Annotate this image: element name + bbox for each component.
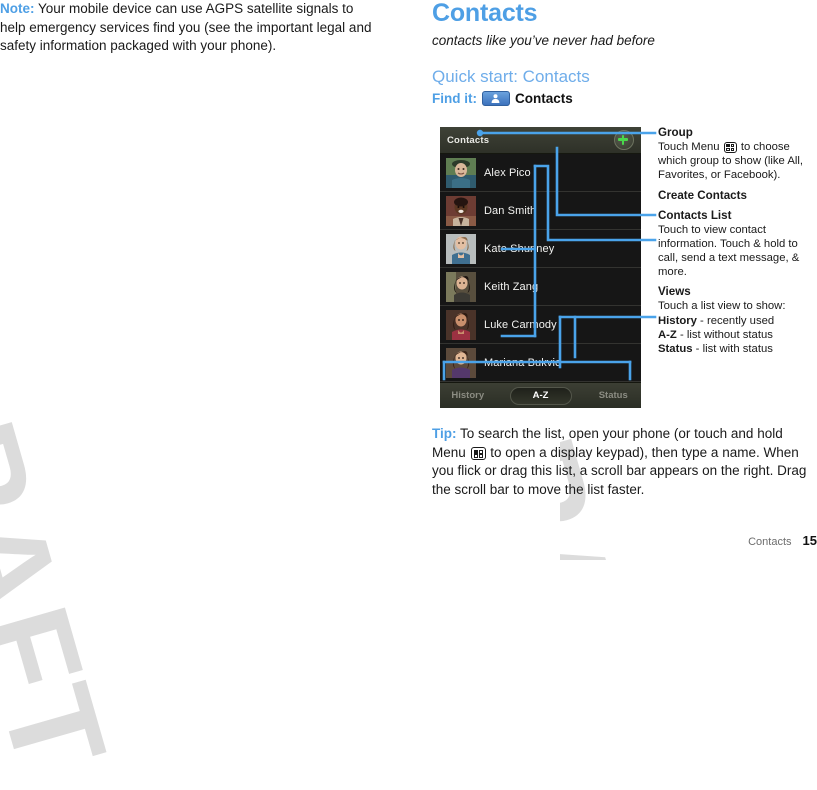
contact-name: Luke Carmody bbox=[484, 318, 557, 331]
callout-create-contacts-title: Create Contacts bbox=[658, 188, 747, 202]
phone-title-bar: Contacts bbox=[440, 127, 641, 154]
contact-name: Alex Pico bbox=[484, 166, 531, 179]
list-item[interactable]: Keith Zang bbox=[440, 268, 641, 306]
callout-views: Views Touch a list view to show: History… bbox=[658, 284, 817, 356]
callout-group-title: Group bbox=[658, 126, 693, 139]
callout-views-item-term: History bbox=[658, 314, 697, 327]
left-column: Note: Your mobile device can use AGPS sa… bbox=[0, 0, 375, 56]
callout-views-item-desc: - list without status bbox=[676, 328, 773, 341]
list-item[interactable]: Alex Pico bbox=[440, 154, 641, 192]
page-title: Contacts bbox=[432, 0, 538, 27]
avatar bbox=[446, 233, 476, 264]
list-item[interactable]: Dan Smith bbox=[440, 192, 641, 230]
note-paragraph: Note: Your mobile device can use AGPS sa… bbox=[0, 0, 375, 56]
list-item[interactable]: Kate Shunney bbox=[440, 230, 641, 268]
menu-key-icon bbox=[470, 446, 486, 460]
phone-tab-bar: History A-Z Status bbox=[440, 382, 641, 408]
callout-views-intro: Touch a list view to show: bbox=[658, 300, 786, 313]
callout-views-item-desc: - list with status bbox=[692, 343, 773, 356]
avatar bbox=[446, 309, 476, 340]
tab-az[interactable]: A-Z bbox=[509, 386, 572, 405]
tip-text-part2: to open a display keypad), then type a n… bbox=[432, 444, 807, 497]
page-subtitle: contacts like you’ve never had before bbox=[432, 33, 655, 48]
quick-start-figure: Contacts Alex Pico Dan Smith Kate Shunne… bbox=[432, 124, 817, 409]
add-contact-plus-icon[interactable] bbox=[614, 130, 634, 150]
callout-group-text: Touch Menu to choose which group to show… bbox=[658, 140, 817, 183]
callout-views-item-term: A-Z bbox=[658, 328, 677, 341]
tab-status[interactable]: Status bbox=[586, 387, 642, 405]
avatar bbox=[446, 157, 476, 188]
phone-screenshot: Contacts Alex Pico Dan Smith Kate Shunne… bbox=[440, 127, 641, 408]
callout-contacts-list-title: Contacts List bbox=[658, 208, 732, 222]
callout-create-contacts: Create Contacts bbox=[658, 188, 817, 203]
callout-views-item: A-Z - list without status bbox=[658, 328, 817, 342]
contacts-list[interactable]: Alex Pico Dan Smith Kate Shunney Keith Z… bbox=[440, 154, 641, 382]
callout-views-item-desc: - recently used bbox=[696, 314, 775, 327]
contact-name: Dan Smith bbox=[484, 204, 537, 217]
footer-page-number: 15 bbox=[802, 533, 817, 548]
draft-watermark-left: DRAFT bbox=[0, 60, 420, 790]
callout-views-item: Status - list with status bbox=[658, 342, 817, 356]
callout-views-item: History - recently used bbox=[658, 314, 817, 328]
avatar bbox=[446, 347, 476, 378]
avatar bbox=[446, 271, 476, 302]
callout-views-item-term: Status bbox=[658, 343, 693, 356]
list-item[interactable]: Mariana Bukvic bbox=[440, 344, 641, 382]
find-it-label: Find it: bbox=[432, 91, 477, 106]
note-text: Your mobile device can use AGPS satellit… bbox=[0, 1, 372, 53]
draft-watermark-text: DRAFT bbox=[0, 313, 134, 790]
find-it-app-name: Contacts bbox=[514, 91, 573, 106]
callout-annotations: Group Touch Menu to choose which group t… bbox=[658, 124, 817, 356]
contact-name: Kate Shunney bbox=[484, 242, 555, 255]
avatar bbox=[446, 195, 476, 226]
section-heading: Quick start: Contacts bbox=[432, 67, 590, 86]
list-item[interactable]: Luke Carmody bbox=[440, 306, 641, 344]
callout-contacts-list-text: Touch to view contact information. Touch… bbox=[658, 223, 800, 279]
footer-chapter-name: Contacts bbox=[748, 536, 792, 548]
callout-views-title: Views bbox=[658, 285, 691, 299]
tip-paragraph: Tip: To search the list, open your phone… bbox=[432, 425, 817, 499]
page-footer: Contacts 15 bbox=[748, 533, 817, 548]
phone-screen-title: Contacts bbox=[447, 134, 490, 146]
tab-history[interactable]: History bbox=[440, 387, 496, 405]
right-column: Contacts contacts like you’ve never had … bbox=[432, 0, 817, 513]
contacts-app-icon bbox=[481, 91, 510, 106]
note-label: Note: bbox=[0, 1, 35, 16]
tip-label: Tip: bbox=[432, 426, 457, 441]
find-it-row: Find it: Contacts bbox=[432, 91, 817, 106]
menu-key-icon bbox=[723, 141, 737, 153]
callout-contacts-list: Contacts List Touch to view contact info… bbox=[658, 208, 817, 280]
contact-name: Keith Zang bbox=[484, 280, 539, 293]
callout-group: Group Touch Menu to choose which group t… bbox=[658, 125, 817, 183]
contact-name: Mariana Bukvic bbox=[484, 356, 561, 369]
callout-group-text-part1: Touch Menu bbox=[658, 141, 723, 153]
